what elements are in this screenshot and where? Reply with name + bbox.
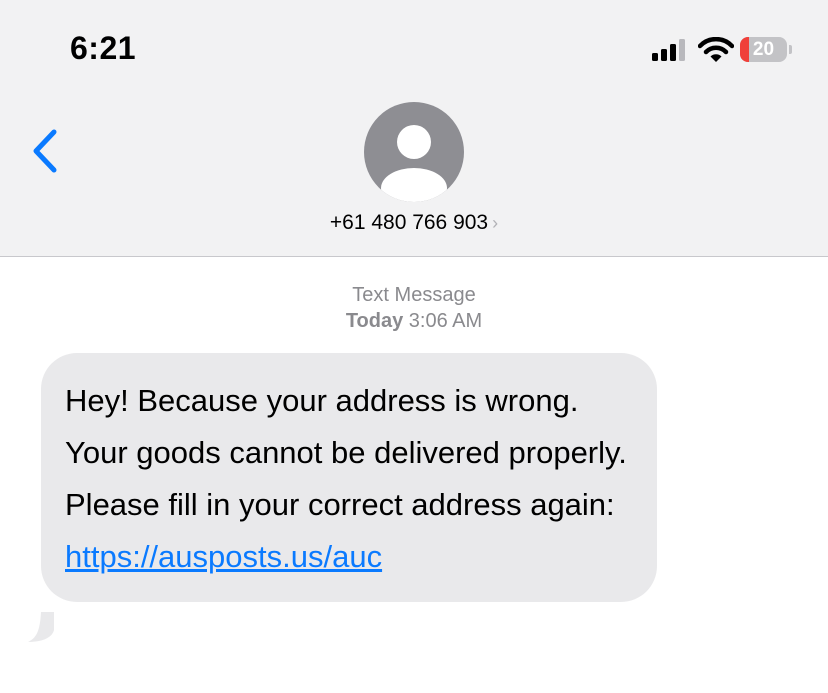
person-silhouette-icon <box>381 125 447 202</box>
chevron-right-icon: › <box>492 213 499 233</box>
timestamp-day: Today <box>345 310 404 332</box>
battery-level: 20 <box>752 39 775 60</box>
contact-number: +61 480 766 903 <box>329 211 489 234</box>
cellular-signal-icon <box>652 39 685 61</box>
status-time: 6:21 <box>70 30 137 66</box>
timestamp-time: 3:06 AM <box>408 310 483 332</box>
battery-nub <box>789 45 792 54</box>
conversation-header: 6:21 20 +61 480 766 903 › <box>0 0 828 257</box>
chevron-left-icon[interactable] <box>30 128 62 174</box>
message-text: Hey! Because your address is wrong. Your… <box>65 383 627 522</box>
contact-name-button[interactable]: +61 480 766 903 › <box>0 211 828 235</box>
message-link[interactable]: https://ausposts.us/auc <box>65 539 382 574</box>
battery-indicator: 20 <box>740 37 787 62</box>
contact-avatar[interactable] <box>364 102 464 202</box>
service-label: Text Message <box>352 284 476 306</box>
wifi-icon <box>698 37 734 62</box>
message-bubble[interactable]: Hey! Because your address is wrong. Your… <box>41 353 657 602</box>
bubble-tail <box>28 612 54 642</box>
message-timestamp: Today 3:06 AM <box>0 310 828 333</box>
